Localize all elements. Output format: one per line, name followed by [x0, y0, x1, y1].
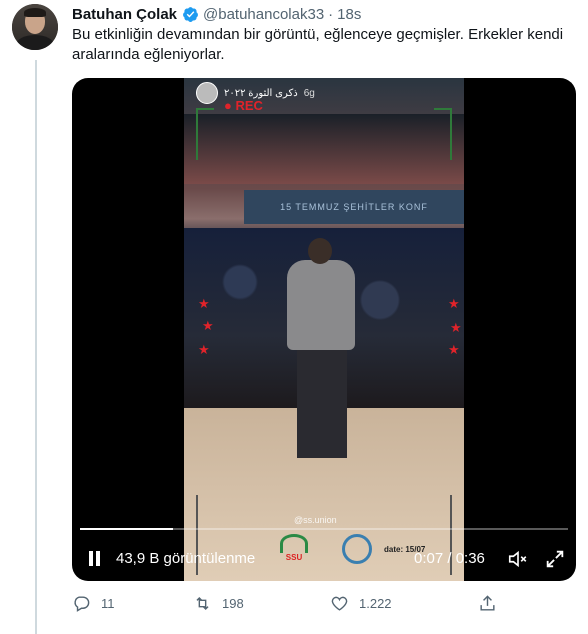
author-handle[interactable]: @batuhancolak33 — [203, 6, 324, 23]
story-avatar — [196, 82, 218, 104]
fullscreen-icon — [546, 550, 564, 568]
retweet-count: 198 — [222, 596, 244, 611]
video-time: 0:07 / 0:36 — [414, 550, 485, 567]
conference-banner: 15 TEMMUZ ŞEHİTLER KONF — [244, 190, 464, 224]
share-icon — [480, 595, 495, 611]
verified-badge-icon — [183, 6, 198, 22]
rec-indicator: ● REC — [224, 98, 263, 113]
retweet-icon — [196, 596, 209, 611]
frame-corner — [434, 108, 452, 160]
star-icon: ★ — [450, 320, 462, 335]
ssu-logo: SSU — [279, 534, 309, 570]
star-icon: ★ — [198, 342, 210, 357]
hall-ceiling — [184, 114, 464, 184]
progress-bar[interactable] — [80, 528, 568, 530]
share-button[interactable] — [478, 594, 497, 613]
retweet-button[interactable]: 198 — [193, 594, 244, 613]
star-icon: ★ — [448, 342, 460, 357]
org-logo — [342, 534, 372, 564]
reply-count: 11 — [101, 596, 115, 611]
speaker-legs — [297, 348, 347, 458]
pause-icon — [89, 551, 93, 566]
star-icon: ★ — [448, 296, 460, 311]
like-button[interactable]: 1.222 — [330, 594, 392, 613]
video-player[interactable]: 15 TEMMUZ ŞEHİTLER KONF ★ ★ ★ ★ ★ ★ ذكرى… — [72, 78, 576, 581]
heart-icon — [331, 596, 348, 611]
like-count: 1.222 — [359, 596, 392, 611]
reply-button[interactable]: 11 — [72, 594, 115, 613]
view-count: 43,9 B görüntülenme — [116, 550, 256, 567]
tweet-header: Batuhan Çolak @batuhancolak33 · 18s — [72, 4, 361, 24]
story-time: 6g — [303, 87, 315, 99]
fullscreen-button[interactable] — [544, 548, 566, 570]
story-title: ذكرى الثورة ٢٠٢٢ — [224, 87, 298, 99]
video-frame[interactable]: 15 TEMMUZ ŞEHİTLER KONF ★ ★ ★ ★ ★ ★ ذكرى… — [184, 78, 464, 581]
star-icon: ★ — [202, 318, 214, 333]
tweet-text: Bu etkinliğin devamından bir görüntü, eğ… — [72, 26, 564, 63]
reply-icon — [74, 596, 90, 612]
mute-button[interactable] — [507, 548, 529, 570]
speaker-body — [287, 260, 355, 350]
tweet-actions: 11 198 1.222 — [72, 594, 576, 616]
volume-muted-icon — [508, 550, 527, 568]
pause-button[interactable] — [86, 549, 102, 569]
tweet-timestamp[interactable]: 18s — [337, 6, 361, 23]
watermark: @ss.union — [294, 515, 337, 525]
separator-dot: · — [328, 5, 334, 23]
speaker-head — [308, 238, 332, 264]
thread-line — [35, 60, 37, 634]
author-name[interactable]: Batuhan Çolak — [72, 6, 177, 23]
star-icon: ★ — [198, 296, 210, 311]
avatar[interactable] — [12, 4, 58, 50]
progress-fill — [80, 528, 173, 530]
frame-corner — [196, 108, 214, 160]
